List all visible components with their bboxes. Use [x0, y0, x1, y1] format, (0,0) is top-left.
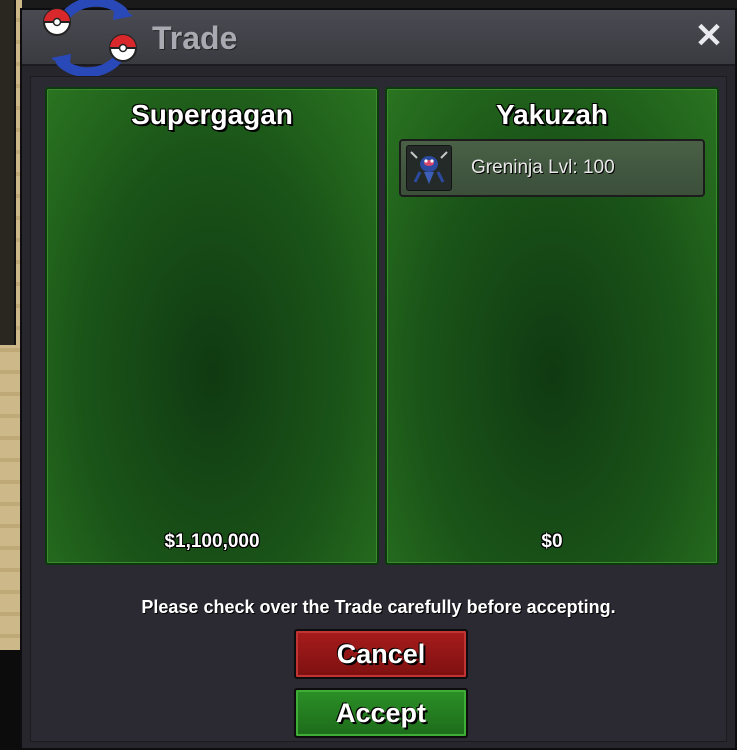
background-building	[0, 0, 16, 345]
close-icon: ✕	[694, 17, 724, 55]
cancel-button[interactable]: Cancel	[294, 629, 468, 679]
accept-button[interactable]: Accept	[294, 688, 468, 738]
item-label: Greninja Lvl: 100	[471, 157, 615, 178]
window-title: Trade	[152, 20, 238, 56]
trade-item[interactable]: Greninja Lvl: 100	[399, 139, 705, 197]
left-player-name: Supergagan	[131, 99, 293, 130]
right-money-amount: $0	[541, 531, 563, 552]
trade-swap-icon	[43, 0, 137, 78]
greninja-icon	[406, 145, 452, 191]
right-trade-panel[interactable]: Yakuzah Greninja Lvl: 100 $0	[385, 87, 719, 565]
trade-content: Supergagan $1,100,000 Yakuzah Greninja L…	[30, 76, 727, 742]
trade-window: Trade ✕ Supergagan $1,100,000 Yakuzah Gr…	[20, 0, 737, 750]
left-money-amount: $1,100,000	[164, 531, 260, 552]
close-button[interactable]: ✕	[691, 18, 727, 54]
background-shadow	[0, 650, 22, 750]
left-trade-panel[interactable]: Supergagan $1,100,000	[45, 87, 379, 565]
confirmation-notice: Please check over the Trade carefully be…	[141, 597, 616, 617]
right-player-name: Yakuzah	[495, 99, 609, 130]
